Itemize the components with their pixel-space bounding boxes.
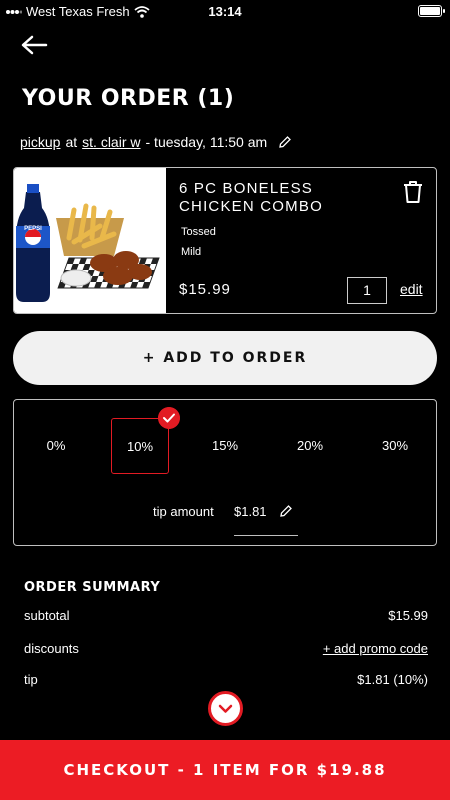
trash-icon[interactable] (402, 180, 424, 204)
item-modifier: Mild (181, 246, 202, 258)
edit-tip-pencil-icon[interactable] (279, 504, 293, 518)
check-icon (158, 407, 180, 429)
tip-amount-value[interactable]: $1.81 (234, 504, 267, 519)
tip-option-10[interactable]: 10% (111, 418, 169, 474)
pepsi-logo-text: PEPSI (24, 226, 42, 232)
item-price: $15.99 (179, 281, 231, 298)
clock: 13:14 (208, 4, 242, 19)
add-promo-code-link[interactable]: + add promo code (323, 641, 428, 656)
edit-pencil-icon[interactable] (278, 135, 292, 149)
pickup-at-text: at (65, 134, 78, 150)
pickup-method-link[interactable]: pickup (20, 134, 60, 150)
page-title: YOUR ORDER (1) (22, 86, 235, 111)
item-image: PEPSI (14, 168, 166, 313)
quantity-input[interactable]: 1 (347, 277, 387, 304)
subtotal-label: subtotal (24, 608, 70, 623)
back-arrow-icon[interactable] (20, 34, 48, 56)
tip-input-underline (234, 535, 298, 536)
discounts-label: discounts (24, 641, 79, 656)
edit-item-link[interactable]: edit (400, 281, 423, 297)
tip-option-20[interactable]: 20% (281, 418, 339, 474)
tip-summary-value: $1.81 (10%) (357, 672, 428, 687)
add-to-order-button[interactable]: + ADD TO ORDER (13, 331, 437, 385)
scroll-down-button[interactable] (208, 691, 243, 726)
pickup-details: pickup at st. clair w - tuesday, 11:50 a… (20, 134, 292, 150)
battery-icon (418, 5, 445, 17)
tip-selector: 0% 10% 15% 20% 30% tip amount $1.81 (13, 399, 437, 546)
order-summary-title: ORDER SUMMARY (24, 580, 161, 595)
tip-option-30[interactable]: 30% (366, 418, 424, 474)
checkout-button[interactable]: CHECKOUT - 1 ITEM FOR $19.88 (0, 740, 450, 800)
chevron-down-icon (218, 704, 233, 713)
tip-option-0[interactable]: 0% (27, 418, 85, 474)
tip-amount-label: tip amount (153, 504, 214, 519)
item-name: 6 PC BONELESS CHICKEN COMBO (179, 180, 323, 215)
pickup-location-link[interactable]: st. clair w (82, 134, 140, 150)
status-bar: West Texas Fresh 13:14 (0, 0, 450, 24)
tip-summary-label: tip (24, 672, 38, 687)
pickup-time: - tuesday, 11:50 am (145, 134, 268, 150)
tip-option-15[interactable]: 15% (196, 418, 254, 474)
subtotal-value: $15.99 (388, 608, 428, 623)
order-item-card: PEPSI 6 PC BONELESS CHICKEN COMBO Tossed… (13, 167, 437, 314)
item-modifier: Tossed (181, 226, 216, 238)
